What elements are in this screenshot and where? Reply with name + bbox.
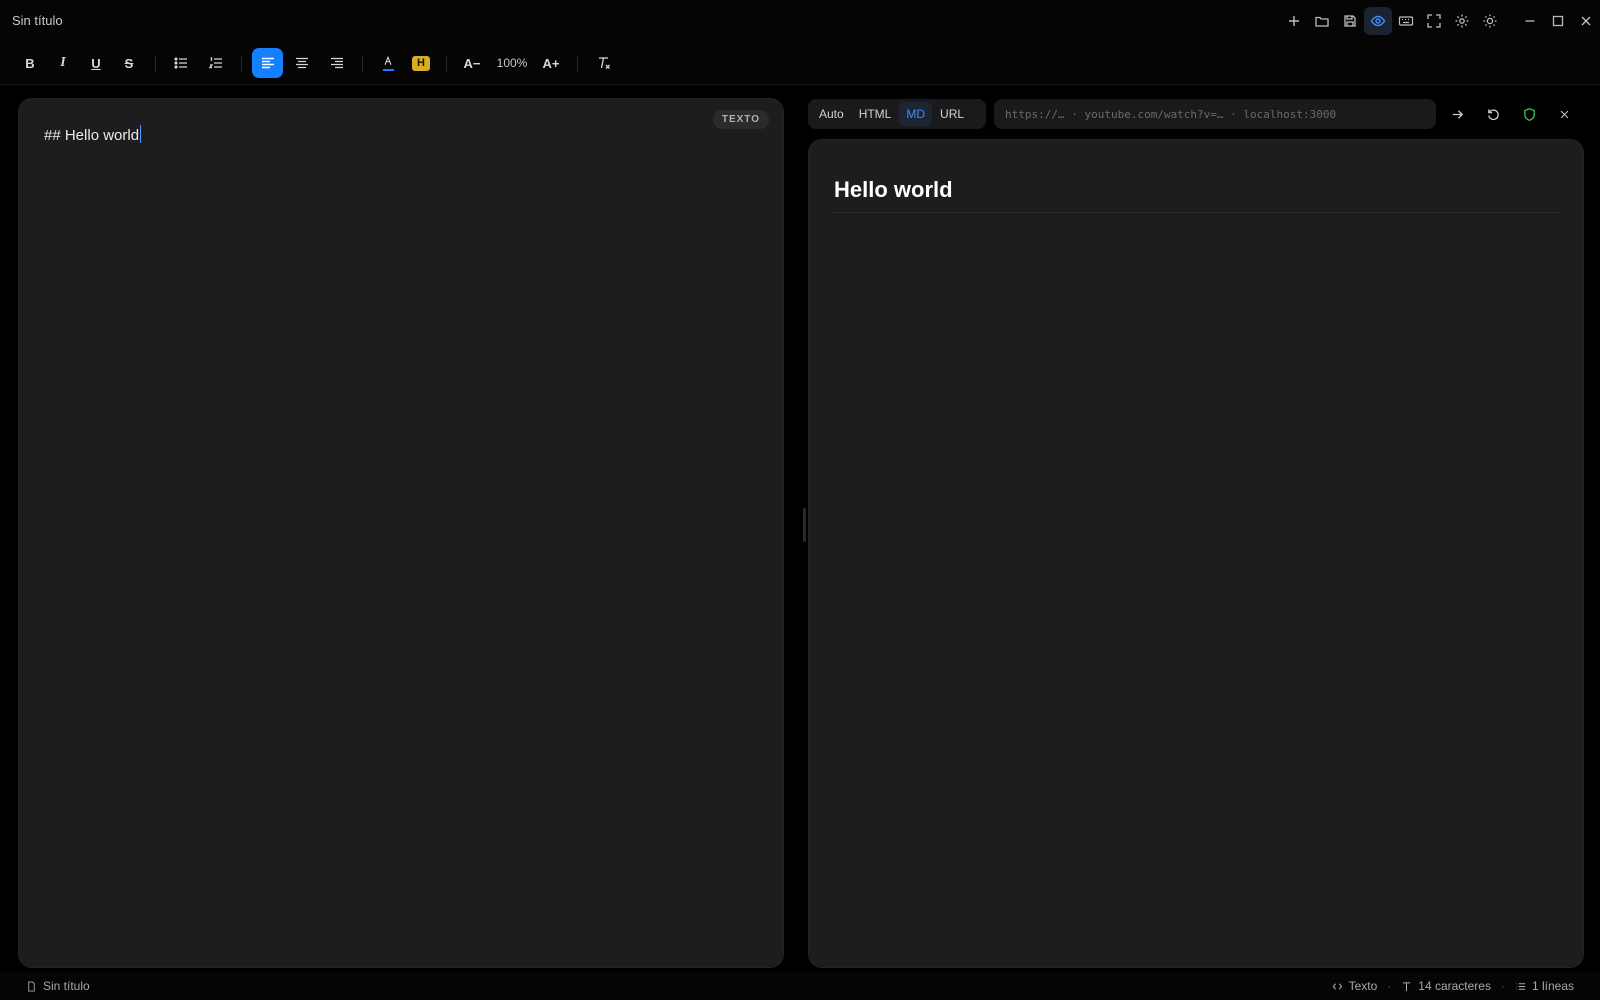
tab-md[interactable]: MD <box>899 102 933 126</box>
toolbar-divider <box>362 56 363 72</box>
tab-auto[interactable]: Auto <box>812 102 851 126</box>
title-bar: Sin título <box>0 0 1600 42</box>
tab-url[interactable]: URL <box>933 102 971 126</box>
strikethrough-button[interactable]: S <box>114 48 144 78</box>
text-size-icon <box>1403 981 1411 991</box>
close-preview-icon[interactable] <box>1550 100 1578 128</box>
minimize-icon[interactable] <box>1516 7 1544 35</box>
highlight-swatch: H <box>412 55 430 71</box>
fullscreen-icon[interactable] <box>1420 7 1448 35</box>
shield-icon[interactable] <box>1515 100 1543 128</box>
status-mode: Texto <box>1348 979 1378 993</box>
toolbar-divider <box>241 56 242 72</box>
lines-icon <box>1516 982 1526 990</box>
code-icon <box>1332 982 1342 990</box>
title-bar-actions <box>1280 7 1600 35</box>
bold-button[interactable]: B <box>15 48 45 78</box>
status-chars: 14 caracteres <box>1418 979 1491 993</box>
status-file: Sin título <box>26 979 90 993</box>
preview-mode-tabs: Auto HTML MD URL <box>808 99 986 129</box>
highlight-button[interactable]: H <box>406 48 436 78</box>
editor-panel[interactable]: ## Hello world TEXTO <box>18 98 784 968</box>
url-input[interactable]: https://… · youtube.com/watch?v=… · loca… <box>994 99 1436 129</box>
preview-panel: Hello world <box>808 139 1584 968</box>
mode-badge: TEXTO <box>712 110 769 129</box>
align-center-icon[interactable] <box>287 48 317 78</box>
zoom-level: 100% <box>496 56 528 70</box>
align-right-icon[interactable] <box>322 48 352 78</box>
text-caret <box>140 125 142 143</box>
clear-format-icon[interactable] <box>589 48 619 78</box>
status-file-name: Sin título <box>43 979 90 993</box>
preview-eye-icon[interactable] <box>1364 7 1392 35</box>
status-info: Texto · 14 caracteres · 1 líneas <box>1332 979 1574 993</box>
new-file-icon[interactable] <box>1280 7 1308 35</box>
formatting-toolbar: B I U S H A− 100% A+ <box>0 42 1600 85</box>
panel-splitter-handle[interactable] <box>803 508 806 542</box>
font-increase-button[interactable]: A+ <box>536 48 566 78</box>
editor-content[interactable]: ## Hello world <box>44 125 142 144</box>
close-window-icon[interactable] <box>1572 7 1600 35</box>
settings-gear-icon[interactable] <box>1448 7 1476 35</box>
status-lines: 1 líneas <box>1531 979 1574 993</box>
align-left-icon[interactable] <box>252 48 283 78</box>
toolbar-divider <box>446 56 447 72</box>
underline-button[interactable]: U <box>81 48 111 78</box>
italic-button[interactable]: I <box>48 48 78 78</box>
tab-html[interactable]: HTML <box>852 102 899 126</box>
toolbar-divider <box>577 56 578 72</box>
open-folder-icon[interactable] <box>1308 7 1336 35</box>
reload-icon[interactable] <box>1479 100 1507 128</box>
bullet-list-icon[interactable] <box>166 48 196 78</box>
toolbar-divider <box>155 56 156 72</box>
save-icon[interactable] <box>1336 7 1364 35</box>
keyboard-icon[interactable] <box>1392 7 1420 35</box>
window-title: Sin título <box>12 13 63 28</box>
theme-sun-icon[interactable] <box>1476 7 1504 35</box>
file-icon <box>28 980 35 992</box>
maximize-icon[interactable] <box>1544 7 1572 35</box>
status-bar: Sin título Texto · 14 caracteres · 1 lín… <box>0 972 1600 1000</box>
text-color-icon[interactable] <box>373 48 403 78</box>
heading-divider <box>834 212 1558 213</box>
preview-heading: Hello world <box>834 177 953 202</box>
go-arrow-icon[interactable] <box>1443 100 1471 128</box>
font-decrease-button[interactable]: A− <box>457 48 487 78</box>
numbered-list-icon[interactable] <box>201 48 231 78</box>
